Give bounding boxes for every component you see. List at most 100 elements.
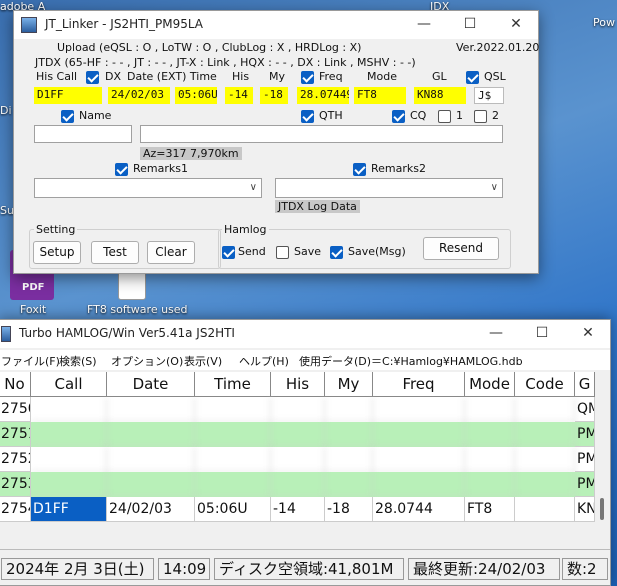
jt-linker-window: JT_Linker - JS2HTI_PM95LA — ☐ ✕ Upload (…	[13, 10, 539, 274]
cell-code	[515, 447, 575, 472]
col-no[interactable]: No	[0, 372, 31, 397]
cell-his	[271, 422, 325, 447]
col-date[interactable]: Date	[107, 372, 195, 397]
minimize-icon[interactable]: —	[401, 11, 447, 39]
col-his[interactable]: His	[271, 372, 325, 397]
qsl-checkbox[interactable]	[466, 71, 479, 84]
jt-linker-titlebar[interactable]: JT_Linker - JS2HTI_PM95LA — ☐ ✕	[14, 11, 538, 39]
cell-no: 2751	[0, 422, 31, 447]
table-row[interactable]: 2754D1FF24/02/0305:06U-14-1828.0744FT8 KN	[0, 497, 595, 522]
my-field[interactable]: -18	[260, 87, 288, 104]
cell-time	[195, 447, 271, 472]
vertical-scrollbar[interactable]	[595, 372, 610, 542]
save-msg-checkbox[interactable]	[330, 246, 343, 259]
cell-his	[271, 447, 325, 472]
status-bar: 2024年 2月 3日(土) 14:09 ディスク空領域:41,801M 最終更…	[0, 549, 610, 585]
col-code[interactable]: Code	[515, 372, 575, 397]
remarks2-label: Remarks2	[371, 162, 426, 175]
his-call-header: His Call	[36, 70, 78, 83]
cell-no: 2750	[0, 397, 31, 422]
maximize-icon[interactable]: ☐	[519, 320, 565, 348]
hamlog-group-label: Hamlog	[222, 223, 269, 236]
azimuth-distance: Az=317 7,970km	[140, 147, 242, 160]
status-time: 14:09	[158, 558, 210, 580]
maximize-icon[interactable]: ☐	[447, 11, 493, 39]
close-icon[interactable]: ✕	[493, 11, 539, 39]
setup-button[interactable]: Setup	[33, 241, 81, 264]
cell-his: -14	[271, 497, 325, 522]
dx-header: DX	[105, 70, 122, 83]
date-field[interactable]: 24/02/03	[108, 87, 170, 104]
test-button[interactable]: Test	[91, 241, 139, 264]
time-field[interactable]: 05:06U	[175, 87, 217, 104]
remarks2-dropdown[interactable]: ∨	[275, 178, 503, 198]
table-row[interactable]: 2751 PM	[0, 422, 595, 447]
dx-checkbox[interactable]	[86, 71, 99, 84]
cell-his	[271, 397, 325, 422]
qth-label: QTH	[319, 109, 343, 122]
resend-button[interactable]: Resend	[423, 237, 499, 260]
window-title: Turbo HAMLOG/Win Ver5.41a JS2HTI	[19, 326, 235, 340]
status-count: 数:2	[562, 558, 608, 580]
cell-time: 05:06U	[195, 497, 271, 522]
col-mode[interactable]: Mode	[465, 372, 515, 397]
cq-checkbox[interactable]	[392, 110, 405, 123]
mode-field[interactable]: FT8	[354, 87, 406, 104]
cell-freq	[373, 472, 465, 497]
col-call[interactable]: Call	[31, 372, 107, 397]
qth-checkbox[interactable]	[301, 110, 314, 123]
clear-button[interactable]: Clear	[147, 241, 195, 264]
send-checkbox[interactable]	[222, 246, 235, 259]
cell-g: QM	[575, 397, 595, 422]
close-icon[interactable]: ✕	[565, 320, 611, 348]
col-my[interactable]: My	[325, 372, 373, 397]
minimize-icon[interactable]: —	[473, 320, 519, 348]
remarks1-dropdown[interactable]: ∨	[34, 178, 262, 198]
save-label: Save	[294, 245, 322, 258]
remarks2-checkbox[interactable]	[353, 163, 366, 176]
cell-freq	[373, 397, 465, 422]
menu-options[interactable]: オプション(O)	[111, 353, 183, 369]
cell-mode	[465, 472, 515, 497]
cell-g: PM	[575, 472, 595, 497]
name-label: Name	[79, 109, 112, 122]
col-grid[interactable]: G	[575, 372, 595, 397]
qsl-field[interactable]: J$	[474, 87, 504, 104]
cell-date	[107, 472, 195, 497]
name-input[interactable]	[34, 125, 132, 143]
option-2-checkbox[interactable]	[474, 110, 487, 123]
menu-help[interactable]: ヘルプ(H)	[239, 353, 289, 369]
cell-date: 24/02/03	[107, 497, 195, 522]
menu-search[interactable]: 検索(S)	[59, 353, 97, 369]
cell-code	[515, 422, 575, 447]
cell-mode	[465, 447, 515, 472]
cell-my	[325, 397, 373, 422]
qth-input[interactable]	[140, 125, 503, 143]
col-time[interactable]: Time	[195, 372, 271, 397]
cell-my	[325, 472, 373, 497]
menu-data-path[interactable]: 使用データ(D)＝C:¥Hamlog¥HAMLOG.hdb	[299, 353, 523, 369]
option-1-checkbox[interactable]	[438, 110, 451, 123]
scrollbar-thumb[interactable]	[600, 498, 604, 520]
gl-field[interactable]: KN88	[414, 87, 466, 104]
ft8-file-icon[interactable]	[118, 270, 146, 300]
menu-file[interactable]: ファイル(F)	[1, 353, 60, 369]
qsl-header: QSL	[484, 70, 506, 83]
freq-checkbox[interactable]	[301, 71, 314, 84]
name-checkbox[interactable]	[61, 110, 74, 123]
save-checkbox[interactable]	[276, 246, 289, 259]
call-field[interactable]: D1FF	[34, 87, 102, 104]
menu-view[interactable]: 表示(V)	[184, 353, 222, 369]
table-row[interactable]: 2750 QM	[0, 397, 595, 422]
hamlog-titlebar[interactable]: Turbo HAMLOG/Win Ver5.41a JS2HTI — ☐ ✕	[0, 320, 610, 348]
cell-mode	[465, 397, 515, 422]
option-1-label: 1	[456, 109, 463, 122]
col-freq[interactable]: Freq	[373, 372, 465, 397]
freq-field[interactable]: 28.07449	[297, 87, 349, 104]
his-field[interactable]: -14	[225, 87, 253, 104]
cell-no: 2753	[0, 472, 31, 497]
table-row[interactable]: 2753 PM	[0, 472, 595, 497]
remarks1-checkbox[interactable]	[115, 163, 128, 176]
table-row[interactable]: 2752 PM	[0, 447, 595, 472]
cell-date	[107, 397, 195, 422]
